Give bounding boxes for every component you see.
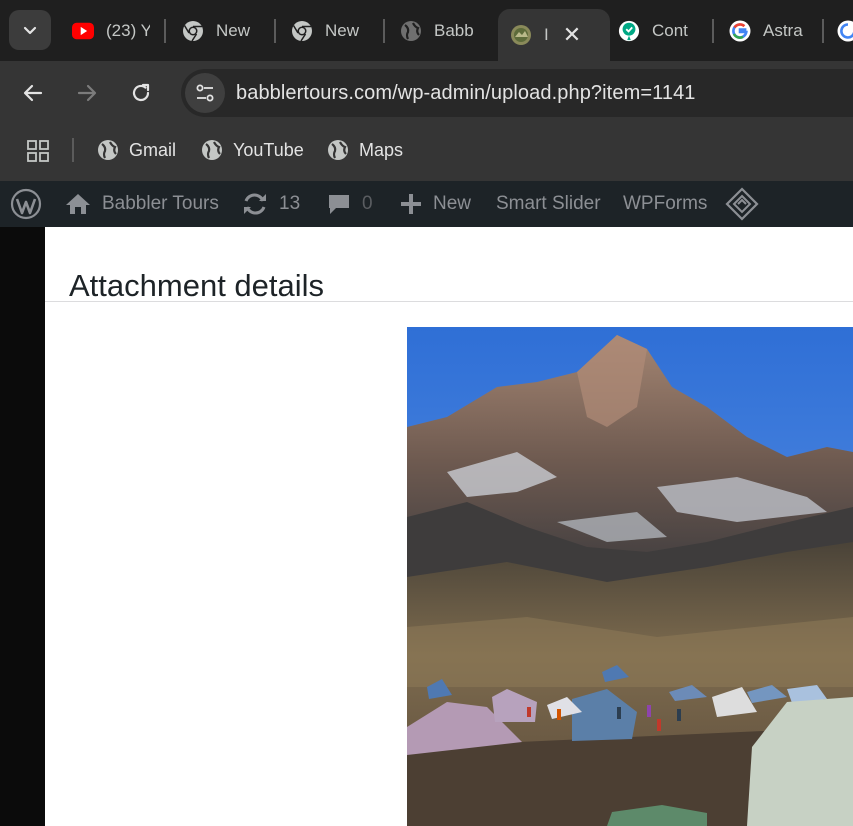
globe-icon bbox=[328, 140, 348, 160]
diamond-plugin-link[interactable] bbox=[725, 181, 759, 227]
comments-link[interactable]: 0 bbox=[326, 181, 373, 227]
arrow-left-icon bbox=[23, 84, 43, 102]
globe-icon bbox=[400, 20, 422, 42]
google-icon bbox=[837, 20, 853, 42]
tune-icon bbox=[196, 84, 214, 102]
tab-contact[interactable]: Cont bbox=[618, 10, 696, 52]
modal-divider bbox=[45, 301, 853, 302]
site-name-link[interactable]: Babbler Tours bbox=[64, 181, 219, 227]
plus-icon bbox=[401, 194, 421, 214]
tab-youtube[interactable]: (23) Y bbox=[72, 10, 150, 52]
tab-search-button[interactable] bbox=[9, 10, 51, 50]
chrome-icon bbox=[182, 20, 204, 42]
tab-new-1[interactable]: New bbox=[182, 10, 260, 52]
comments-count: 0 bbox=[362, 193, 373, 214]
site-name-label: Babbler Tours bbox=[102, 193, 219, 214]
tab-new-2[interactable]: New bbox=[291, 10, 369, 52]
wp-logo-button[interactable] bbox=[10, 181, 42, 227]
url-text[interactable]: babblertours.com/wp-admin/upload.php?ite… bbox=[236, 82, 696, 105]
back-button[interactable] bbox=[13, 73, 53, 113]
diamond-icon bbox=[725, 187, 759, 221]
tab-separator bbox=[822, 19, 824, 43]
updates-count: 13 bbox=[279, 193, 301, 214]
tab-separator bbox=[712, 19, 714, 43]
bookmark-label: YouTube bbox=[233, 139, 304, 160]
tab-label: New bbox=[325, 21, 360, 40]
comment-icon bbox=[329, 195, 349, 214]
bookmark-label: Gmail bbox=[129, 139, 177, 160]
bookmark-gmail[interactable]: Gmail bbox=[97, 139, 176, 161]
home-icon bbox=[66, 194, 90, 214]
tab-label: (23) Y bbox=[106, 21, 150, 40]
tab-separator bbox=[274, 19, 276, 43]
updates-link[interactable]: 13 bbox=[241, 181, 300, 227]
modal-title: Attachment details bbox=[69, 267, 325, 303]
tab-label: Babb bbox=[434, 21, 474, 40]
tab-label: New bbox=[216, 21, 251, 40]
tab-babbler[interactable]: Babb bbox=[400, 10, 480, 52]
chevron-down-icon bbox=[23, 26, 37, 35]
site-info-button[interactable] bbox=[185, 73, 225, 113]
new-content-link[interactable]: New bbox=[399, 181, 471, 227]
new-label: New bbox=[433, 193, 472, 214]
updates-icon bbox=[244, 193, 266, 215]
tab-separator bbox=[164, 19, 166, 43]
apps-grid-icon bbox=[27, 140, 49, 162]
wpforms-label: WPForms bbox=[623, 193, 708, 214]
globe-icon bbox=[98, 140, 118, 160]
site-favicon bbox=[510, 24, 532, 46]
reload-button[interactable] bbox=[121, 73, 161, 113]
bookmark-maps[interactable]: Maps bbox=[327, 139, 403, 161]
tab-label: I bbox=[544, 25, 549, 44]
apps-button[interactable] bbox=[18, 131, 58, 171]
browser-toolbar: babblertours.com/wp-admin/upload.php?ite… bbox=[0, 61, 853, 125]
smart-slider-link[interactable]: Smart Slider bbox=[496, 181, 601, 227]
wordpress-icon bbox=[10, 188, 42, 220]
admin-menu-backdrop bbox=[0, 227, 45, 826]
reload-icon bbox=[132, 83, 150, 102]
tab-label: Astra bbox=[763, 21, 803, 40]
shield-check-icon bbox=[618, 20, 640, 42]
wp-admin-bar: Babbler Tours 13 0 New Smart Slider WPFo… bbox=[0, 181, 853, 227]
smart-slider-label: Smart Slider bbox=[496, 193, 601, 214]
bookmarks-bar: Gmail YouTube Maps bbox=[0, 125, 853, 181]
tab-separator bbox=[383, 19, 385, 43]
bookmark-separator bbox=[72, 138, 74, 162]
chrome-icon bbox=[291, 20, 313, 42]
arrow-right-icon bbox=[77, 84, 97, 102]
globe-icon bbox=[202, 140, 222, 160]
attachment-details-modal: Attachment details bbox=[45, 227, 853, 826]
google-icon bbox=[729, 20, 751, 42]
wpforms-link[interactable]: WPForms bbox=[623, 181, 707, 227]
attachment-image bbox=[407, 327, 853, 826]
tab-label: Cont bbox=[652, 21, 688, 40]
tab-partial[interactable] bbox=[837, 10, 853, 52]
youtube-icon bbox=[72, 20, 94, 42]
forward-button[interactable] bbox=[67, 73, 107, 113]
address-bar[interactable]: babblertours.com/wp-admin/upload.php?ite… bbox=[181, 69, 853, 117]
tab-strip: (23) Y New New Babb I ✕ Cont Astra bbox=[0, 0, 853, 61]
bookmark-label: Maps bbox=[359, 139, 404, 160]
tab-astra[interactable]: Astra bbox=[729, 10, 807, 52]
close-icon[interactable]: ✕ bbox=[563, 22, 581, 48]
bookmark-youtube[interactable]: YouTube bbox=[201, 139, 304, 161]
tab-active[interactable]: I ✕ bbox=[498, 9, 610, 61]
